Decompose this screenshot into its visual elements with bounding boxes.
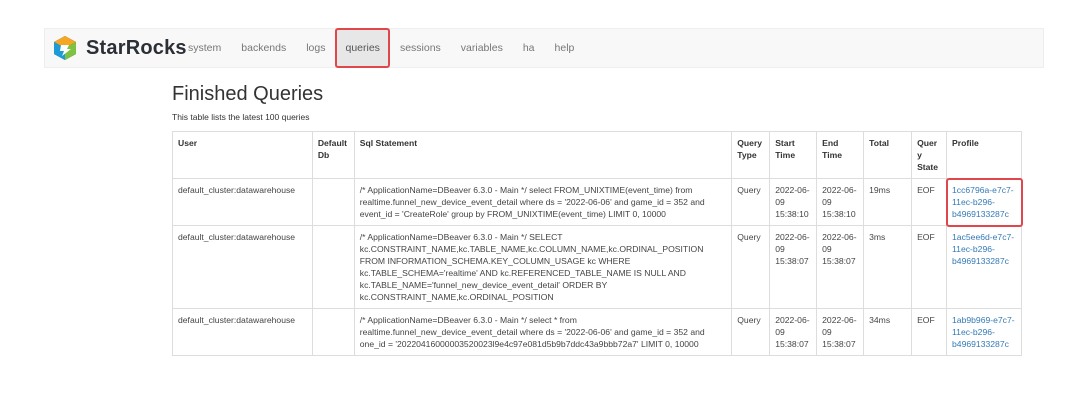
profile-cell-highlight [945,177,1023,227]
nav-item-logs[interactable]: logs [296,28,335,68]
nav-item-variables[interactable]: variables [451,28,513,68]
profile-link[interactable]: 1ac5ee6d-e7c7-11ec-b296-b4969133287c [952,232,1014,266]
table-row: default_cluster:datawarehouse /* Applicat… [172,225,1022,309]
column-header-query-state: Query State [911,131,948,179]
end-time-cell: 2022-06-09 15:38:07 [816,308,865,356]
end-time-cell: 2022-06-09 15:38:10 [816,178,865,226]
query-state-cell: EOF [911,308,948,356]
finished-queries-table: User Default Db Sql Statement Query Type Sta… [172,131,1022,356]
column-header-default-db: Default Db [311,131,355,179]
column-header-total: Total [863,131,913,179]
top-navbar: StarRocks system backends logs queries sessi… [0,28,1080,68]
main-content: Finished Queries This table lists the la… [172,80,1022,356]
default-db-cell [311,308,355,356]
total-cell: 3ms [863,225,913,309]
table-row: default_cluster:datawarehouse /* Applicat… [172,178,1022,226]
column-header-user: User [172,131,313,179]
nav-item-backends[interactable]: backends [231,28,296,68]
queries-tab-highlight [335,28,390,68]
sql-statement-cell: /* ApplicationName=DBeaver 6.3.0 - Main … [353,225,733,309]
query-state-cell: EOF [911,178,948,226]
user-cell: default_cluster:datawarehouse [172,178,313,226]
column-header-start-time: Start Time [769,131,818,179]
query-state-cell: EOF [911,225,948,309]
nav-item-sessions[interactable]: sessions [390,28,451,68]
query-type-cell: Query [731,308,771,356]
page-subtitle: This table lists the latest 100 queries [172,112,310,122]
sql-statement-cell: /* ApplicationName=DBeaver 6.3.0 - Main … [353,178,733,226]
profile-cell: 1ab9b969-e7c7-11ec-b296-b4969133287c [946,308,1022,356]
table-row: default_cluster:datawarehouse /* Applicat… [172,308,1022,356]
start-time-cell: 2022-06-09 15:38:07 [769,308,818,356]
table-header-row: User Default Db Sql Statement Query Type Sta… [172,131,1022,179]
column-header-query-type: Query Type [731,131,771,179]
profile-cell: 1ac5ee6d-e7c7-11ec-b296-b4969133287c [946,225,1022,309]
query-type-cell: Query [731,225,771,309]
column-header-sql-statement: Sql Statement [353,131,733,179]
column-header-profile: Profile [946,131,1022,179]
total-cell: 19ms [863,178,913,226]
user-cell: default_cluster:datawarehouse [172,225,313,309]
brand[interactable]: StarRocks [52,34,187,62]
column-header-end-time: End Time [816,131,865,179]
start-time-cell: 2022-06-09 15:38:07 [769,225,818,309]
brand-name: StarRocks [86,36,187,59]
default-db-cell [311,178,355,226]
end-time-cell: 2022-06-09 15:38:07 [816,225,865,309]
user-cell: default_cluster:datawarehouse [172,308,313,356]
query-type-cell: Query [731,178,771,226]
default-db-cell [311,225,355,309]
total-cell: 34ms [863,308,913,356]
profile-link[interactable]: 1ab9b969-e7c7-11ec-b296-b4969133287c [952,315,1015,349]
start-time-cell: 2022-06-09 15:38:10 [769,178,818,226]
nav-item-help[interactable]: help [545,28,585,68]
page-title: Finished Queries [172,83,324,105]
nav-item-system[interactable]: system [178,28,231,68]
table-body: default_cluster:datawarehouse /* Applicat… [172,178,1022,356]
starrocks-logo-icon [54,36,76,60]
sql-statement-cell: /* ApplicationName=DBeaver 6.3.0 - Main … [353,308,733,356]
nav-item-ha[interactable]: ha [513,28,545,68]
